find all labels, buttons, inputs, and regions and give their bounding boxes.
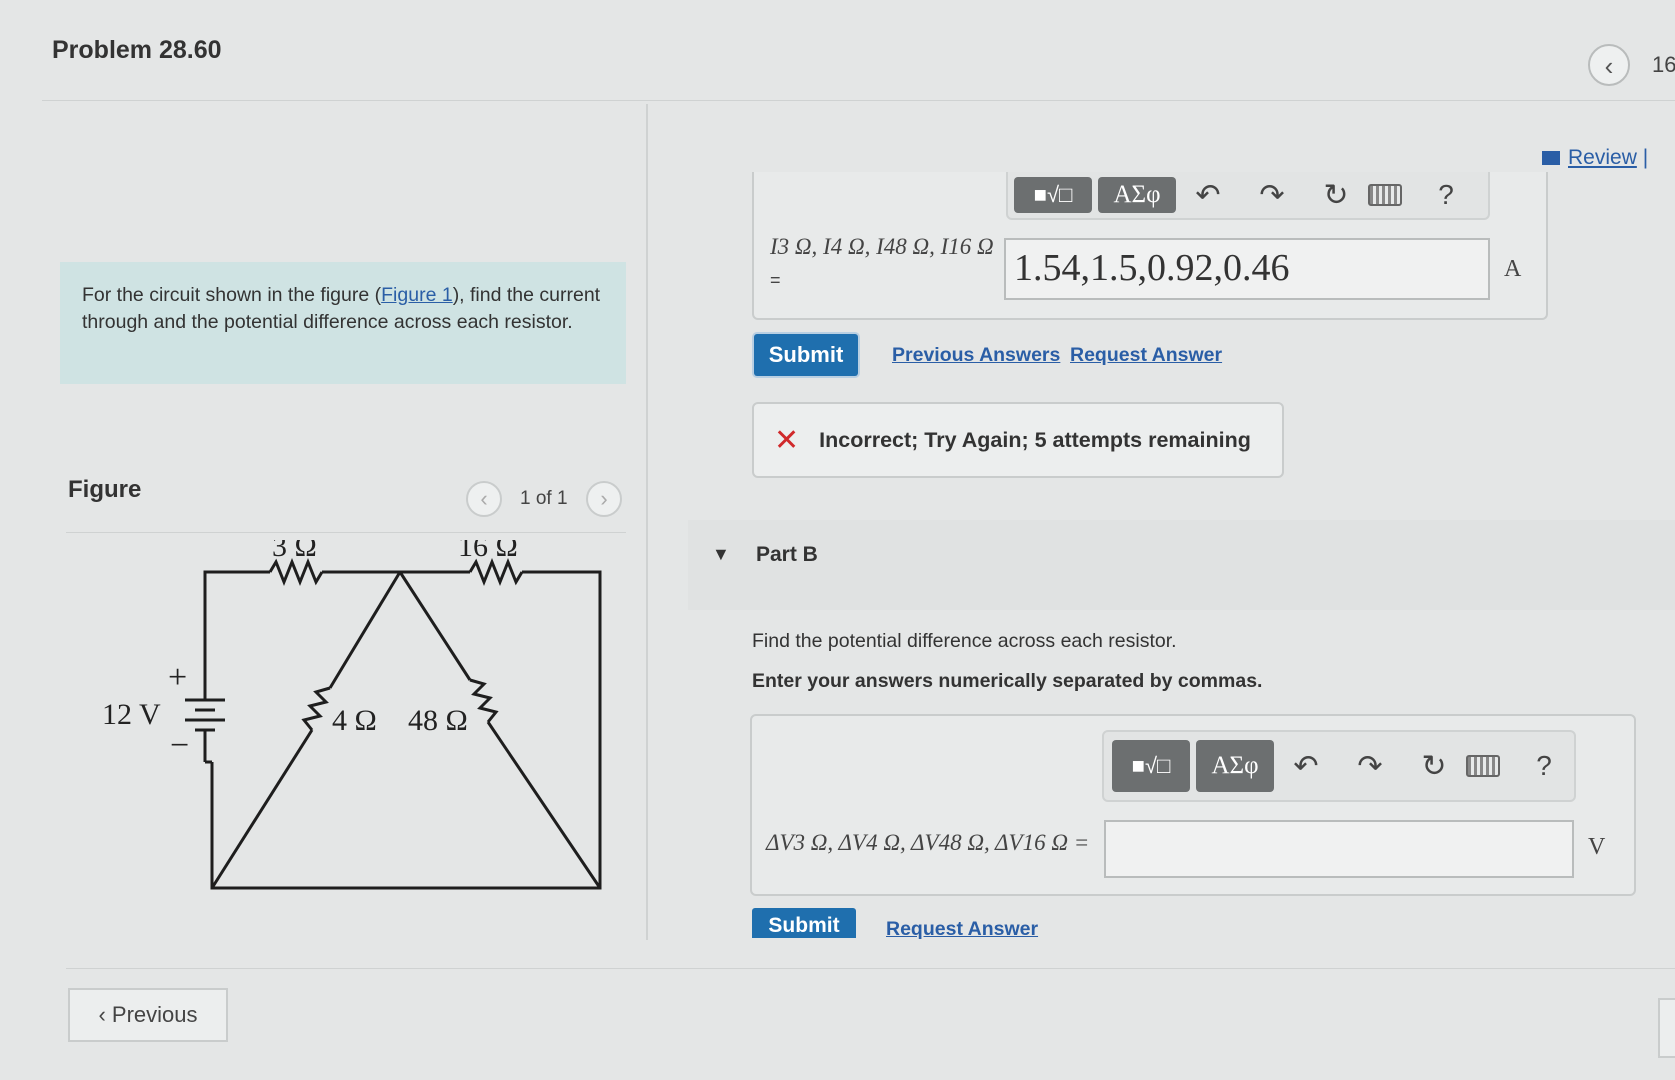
part-b-instruction: Find the potential difference across eac…: [752, 630, 1177, 652]
undo-icon[interactable]: ↶: [1176, 178, 1240, 213]
part-a-submit-button[interactable]: Submit: [754, 334, 858, 376]
figure-prev-button[interactable]: ‹: [466, 481, 502, 517]
label-battery: 12 V: [102, 698, 161, 731]
resistor-16-zigzag: [468, 557, 524, 587]
wire-diag-right-upper: [398, 571, 472, 681]
review-link-area[interactable]: Review |: [1542, 146, 1648, 170]
keyboard-icon[interactable]: [1466, 755, 1524, 777]
label-plus: +: [168, 659, 187, 696]
problem-text-before: For the circuit shown in the figure (: [82, 284, 382, 306]
redo-icon[interactable]: ↷: [1240, 178, 1304, 213]
incorrect-icon: ✕: [774, 423, 800, 457]
reset-icon[interactable]: ↻: [1304, 178, 1368, 213]
label-minus: −: [170, 727, 189, 764]
part-b-submit-button[interactable]: Submit: [752, 908, 856, 938]
previous-answers-link[interactable]: Previous Answers: [892, 344, 1060, 367]
reset-icon[interactable]: ↻: [1402, 749, 1466, 784]
part-a-unit: A: [1504, 256, 1522, 282]
label-r4: 4 Ω: [332, 704, 377, 737]
part-b-variable-label: ΔV3 Ω, ΔV4 Ω, ΔV48 Ω, ΔV16 Ω =: [766, 830, 1090, 855]
part-b-math-toolbar: ■√□ ΑΣφ ↶ ↷ ↻ ?: [1102, 730, 1576, 802]
part-a-answer-input[interactable]: 1.54,1.5,0.92,0.46: [1004, 238, 1490, 300]
nav-back-button[interactable]: ‹: [1588, 44, 1630, 86]
part-a-variable-label: I3 Ω, I4 Ω, I48 Ω, I16 Ω: [770, 234, 994, 259]
resistor-3-zigzag: [268, 557, 324, 587]
figure-divider: [66, 532, 626, 533]
help-icon[interactable]: ?: [1524, 750, 1564, 782]
templates-button[interactable]: ■√□: [1112, 740, 1190, 792]
undo-icon[interactable]: ↶: [1274, 749, 1338, 784]
part-b-answer-input[interactable]: [1104, 820, 1574, 878]
figure-next-button[interactable]: ›: [586, 481, 622, 517]
part-b-unit: V: [1588, 834, 1606, 860]
part-b-instruction-bold: Enter your answers numerically separated…: [752, 670, 1263, 692]
previous-button[interactable]: ‹ Previous: [68, 988, 228, 1042]
part-a-equals: =: [770, 270, 781, 290]
figure-link[interactable]: Figure 1: [381, 284, 453, 306]
header-divider: [42, 100, 1675, 101]
keyboard-icon[interactable]: [1368, 184, 1426, 206]
part-b-header[interactable]: [688, 520, 1675, 610]
feedback-box: ✕ Incorrect; Try Again; 5 attempts remai…: [752, 402, 1284, 478]
review-link[interactable]: Review: [1568, 146, 1637, 169]
review-icon: [1542, 151, 1560, 166]
part-a-request-answer-link[interactable]: Request Answer: [1070, 344, 1222, 367]
feedback-text: Incorrect; Try Again; 5 attempts remaini…: [819, 427, 1251, 452]
help-icon[interactable]: ?: [1426, 179, 1466, 211]
wire-diag-left-upper: [328, 571, 402, 689]
label-r48: 48 Ω: [408, 704, 468, 737]
page-count: 16: [1652, 52, 1675, 77]
templates-button[interactable]: ■√□: [1014, 177, 1092, 213]
next-button-partial[interactable]: [1658, 998, 1675, 1058]
part-b-request-answer-link[interactable]: Request Answer: [886, 918, 1038, 941]
problem-statement: For the circuit shown in the figure (Fig…: [60, 262, 626, 384]
circuit-diagram: 3 Ω 16 Ω 4 Ω 48 Ω 12 V + −: [102, 540, 602, 890]
part-a-math-toolbar: ■√□ ΑΣφ ↶ ↷ ↻ ?: [1006, 172, 1490, 220]
figure-heading: Figure: [68, 476, 142, 503]
label-r16: 16 Ω: [458, 540, 518, 563]
greek-symbols-button[interactable]: ΑΣφ: [1098, 177, 1176, 213]
wire-diag-right-lower: [486, 721, 602, 889]
greek-symbols-button[interactable]: ΑΣφ: [1196, 740, 1274, 792]
collapse-caret-icon[interactable]: ▼: [712, 544, 730, 565]
resistor-48-zigzag: [469, 678, 499, 723]
wire-top-right: [210, 570, 602, 890]
label-r3: 3 Ω: [272, 540, 317, 563]
wire-diag-left-lower: [210, 729, 314, 889]
page-title: Problem 28.60: [52, 36, 222, 64]
review-separator: |: [1642, 146, 1649, 169]
part-b-title[interactable]: Part B: [756, 543, 818, 567]
redo-icon[interactable]: ↷: [1338, 749, 1402, 784]
wire-top-left: [203, 570, 270, 612]
column-divider: [646, 104, 648, 940]
footer-divider: [66, 968, 1675, 969]
resistor-4-zigzag: [301, 686, 331, 731]
figure-counter: 1 of 1: [520, 488, 568, 509]
